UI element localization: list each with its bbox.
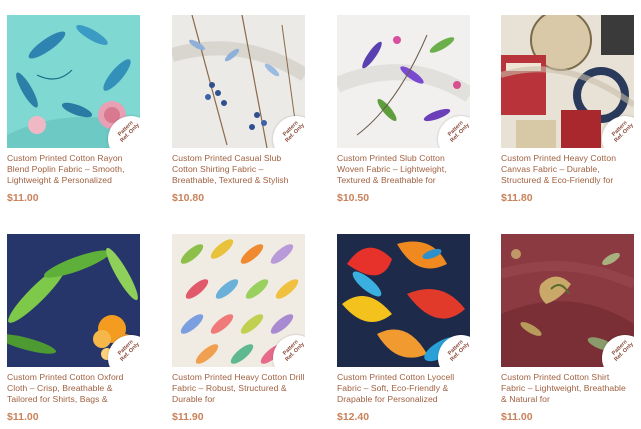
product-price: $10.50 bbox=[337, 192, 370, 204]
product-card[interactable]: Pattern Ref. Only Custom Printed Slub Co… bbox=[337, 15, 470, 204]
product-title[interactable]: Custom Printed Heavy Cotton Canvas Fabri… bbox=[501, 153, 634, 186]
product-image[interactable]: Pattern Ref. Only bbox=[7, 15, 140, 148]
product-image[interactable]: Pattern Ref. Only bbox=[337, 234, 470, 367]
product-card[interactable]: Pattern Ref. Only Custom Printed Cotton … bbox=[337, 234, 470, 423]
product-card[interactable]: Pattern Ref. Only Custom Printed Cotton … bbox=[7, 15, 140, 204]
product-image[interactable]: Pattern Ref. Only bbox=[501, 15, 634, 148]
product-title[interactable]: Custom Printed Cotton Lyocell Fabric – S… bbox=[337, 372, 470, 405]
product-image[interactable]: Pattern Ref. Only bbox=[7, 234, 140, 367]
product-image[interactable]: Pattern Ref. Only bbox=[501, 234, 634, 367]
product-card[interactable]: Pattern Ref. Only Custom Printed Heavy C… bbox=[501, 15, 634, 204]
product-price: $11.00 bbox=[7, 192, 39, 204]
product-price: $11.00 bbox=[501, 411, 533, 423]
product-image[interactable]: Pattern Ref. Only bbox=[172, 234, 305, 367]
product-grid: Pattern Ref. Only Custom Printed Cotton … bbox=[0, 0, 641, 429]
product-image[interactable]: Pattern Ref. Only bbox=[172, 15, 305, 148]
product-price: $11.90 bbox=[172, 411, 204, 423]
product-price: $11.80 bbox=[501, 192, 533, 204]
product-card[interactable]: Pattern Ref. Only Custom Printed Heavy C… bbox=[172, 234, 305, 423]
product-title[interactable]: Custom Printed Cotton Shirt Fabric – Lig… bbox=[501, 372, 634, 405]
product-title[interactable]: Custom Printed Casual Slub Cotton Shirti… bbox=[172, 153, 305, 186]
product-card[interactable]: Pattern Ref. Only Custom Printed Cotton … bbox=[501, 234, 634, 423]
product-card[interactable]: Pattern Ref. Only Custom Printed Cotton … bbox=[7, 234, 140, 423]
product-title[interactable]: Custom Printed Slub Cotton Woven Fabric … bbox=[337, 153, 470, 186]
product-title[interactable]: Custom Printed Cotton Oxford Cloth – Cri… bbox=[7, 372, 140, 405]
product-price: $12.40 bbox=[337, 411, 370, 423]
product-title[interactable]: Custom Printed Heavy Cotton Drill Fabric… bbox=[172, 372, 305, 405]
product-price: $11.00 bbox=[7, 411, 39, 423]
product-card[interactable]: Pattern Ref. Only Custom Printed Casual … bbox=[172, 15, 305, 204]
product-price: $10.80 bbox=[172, 192, 205, 204]
product-image[interactable]: Pattern Ref. Only bbox=[337, 15, 470, 148]
product-title[interactable]: Custom Printed Cotton Rayon Blend Poplin… bbox=[7, 153, 140, 186]
